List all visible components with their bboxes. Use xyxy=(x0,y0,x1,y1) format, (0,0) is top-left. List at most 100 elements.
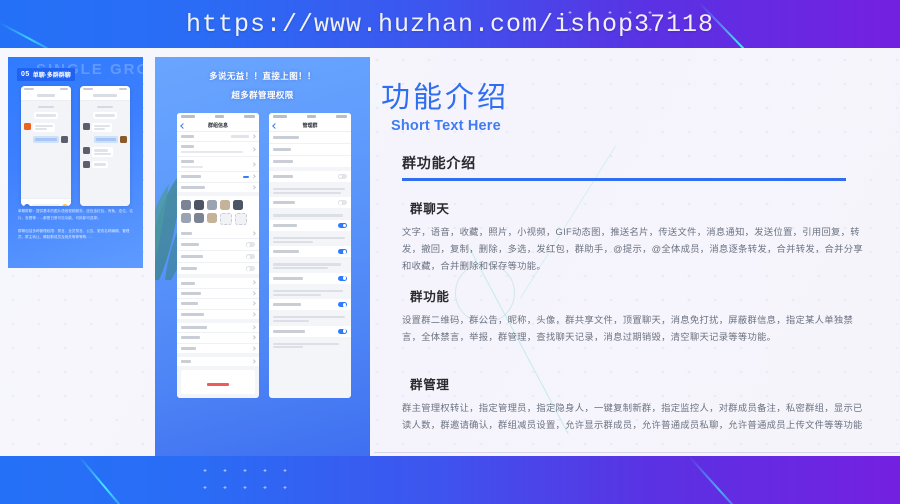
list-item[interactable] xyxy=(269,246,351,257)
toggle-switch[interactable] xyxy=(246,254,255,259)
back-chevron-icon[interactable] xyxy=(180,123,186,129)
setting-description xyxy=(269,341,351,352)
card-paragraph: 单聊群聊：提供基本的图片语音视频服务，还包含红包、有鱼、定位、名片、查看等……都… xyxy=(18,208,133,222)
emoji-icon[interactable] xyxy=(62,204,68,207)
list-item[interactable] xyxy=(177,310,259,319)
member-avatar[interactable] xyxy=(220,200,230,210)
list-item[interactable] xyxy=(177,229,259,239)
feature-block-group-function: 群功能 设置群二维码，群公告，昵称，头像，群共享文件，顶置聊天，消息免打扰，屏蔽… xyxy=(402,286,872,346)
chat-message-list xyxy=(21,101,71,198)
list-item[interactable] xyxy=(177,278,259,288)
phone-nav-bar xyxy=(80,91,130,101)
list-item[interactable] xyxy=(177,157,259,172)
setting-description xyxy=(269,261,351,272)
chat-row-incoming xyxy=(24,123,68,133)
add-member-button[interactable] xyxy=(220,213,232,225)
single-group-chat-card: SINGLE GROUP CHAT 05 单聊·多群群聊 xyxy=(8,57,143,268)
list-item[interactable] xyxy=(269,144,351,156)
page-title: 功能介绍 xyxy=(381,74,509,116)
member-avatar[interactable] xyxy=(194,200,204,210)
chat-row-incoming xyxy=(83,123,127,133)
chat-row-outgoing xyxy=(83,136,127,143)
card-headline-secondary: 超多群管理权限 xyxy=(155,89,370,101)
feature-heading: 群功能 xyxy=(410,286,872,305)
chat-row-incoming xyxy=(83,112,127,118)
toggle-switch[interactable] xyxy=(338,276,347,281)
list-item[interactable] xyxy=(177,251,259,263)
settings-group xyxy=(269,197,351,208)
list-item[interactable] xyxy=(269,171,351,182)
list-item[interactable] xyxy=(177,344,259,353)
admin-phone-pair: 群组信息 xyxy=(177,113,351,398)
feature-block-group-management: 群管理 群主管理权转让，指定管理员，指定隐身人，一键复制新群，指定监控人，对群成… xyxy=(402,374,872,434)
bottom-banner xyxy=(0,456,900,504)
list-item[interactable] xyxy=(269,197,351,208)
settings-group xyxy=(269,326,351,337)
section-title: 群功能介绍 xyxy=(402,153,476,173)
member-avatar[interactable] xyxy=(233,200,243,210)
feature-body: 设置群二维码，群公告，昵称，头像，群共享文件，顶置聊天，消息免打扰，屏蔽群信息，… xyxy=(402,312,872,346)
list-item[interactable] xyxy=(269,326,351,337)
chat-row-outgoing xyxy=(24,136,68,143)
list-item[interactable] xyxy=(177,172,259,182)
card-index-tag: 05 单聊·多群群聊 xyxy=(17,68,75,81)
setting-description xyxy=(269,235,351,246)
list-item[interactable] xyxy=(177,142,259,157)
list-item[interactable] xyxy=(177,239,259,251)
settings-group xyxy=(269,246,351,257)
avatar xyxy=(24,123,31,130)
phone-mockup-group-management: 管理群 xyxy=(269,113,351,398)
phone-mockup-group-info: 群组信息 xyxy=(177,113,259,398)
chat-timestamp xyxy=(38,106,54,108)
voice-icon[interactable] xyxy=(24,204,30,207)
settings-group xyxy=(269,132,351,167)
member-avatar[interactable] xyxy=(207,213,217,223)
section-underline xyxy=(402,178,846,181)
remove-member-button[interactable] xyxy=(235,213,247,225)
setting-description xyxy=(269,288,351,299)
chat-text-input[interactable] xyxy=(32,204,60,206)
member-avatar[interactable] xyxy=(181,213,191,223)
toggle-switch[interactable] xyxy=(338,302,347,307)
toggle-switch[interactable] xyxy=(246,266,255,271)
member-avatar[interactable] xyxy=(207,200,217,210)
chat-row-incoming xyxy=(83,147,127,157)
settings-group xyxy=(269,171,351,182)
list-item[interactable] xyxy=(269,220,351,231)
chat-message-list xyxy=(80,101,130,206)
card-headline-primary: 多说无益！！直接上图！！ xyxy=(155,70,370,82)
content-bottom-divider xyxy=(374,452,900,453)
toggle-switch[interactable] xyxy=(338,329,347,334)
list-item[interactable] xyxy=(177,183,259,192)
list-item[interactable] xyxy=(269,132,351,144)
list-item[interactable] xyxy=(269,156,351,167)
avatar xyxy=(120,136,127,143)
card-index-label: 单聊·多群群聊 xyxy=(33,70,71,79)
list-item[interactable] xyxy=(177,299,259,309)
phone-status-bar xyxy=(269,113,351,120)
phone-nav-bar xyxy=(21,91,71,101)
avatar xyxy=(83,123,90,130)
member-avatar[interactable] xyxy=(194,213,204,223)
toggle-switch[interactable] xyxy=(338,174,347,179)
back-chevron-icon[interactable] xyxy=(272,123,278,129)
list-item[interactable] xyxy=(269,299,351,310)
banner-url-text: https://www.huzhan.com/ishop37118 xyxy=(186,10,714,39)
toggle-switch[interactable] xyxy=(246,242,255,247)
leave-group-button[interactable] xyxy=(181,370,255,394)
list-item[interactable] xyxy=(177,357,259,366)
list-item[interactable] xyxy=(269,273,351,284)
chat-input-bar[interactable] xyxy=(21,198,71,206)
member-avatar[interactable] xyxy=(181,200,191,210)
chat-row-incoming xyxy=(83,161,127,168)
list-item[interactable] xyxy=(177,323,259,333)
toggle-switch[interactable] xyxy=(338,249,347,254)
banner-dot-pattern xyxy=(195,462,295,502)
member-avatar-grid[interactable] xyxy=(177,196,259,229)
list-item[interactable] xyxy=(177,289,259,299)
list-item[interactable] xyxy=(177,132,259,142)
list-item[interactable] xyxy=(177,263,259,274)
list-item[interactable] xyxy=(177,333,259,343)
toggle-switch[interactable] xyxy=(338,223,347,228)
toggle-switch[interactable] xyxy=(338,200,347,205)
